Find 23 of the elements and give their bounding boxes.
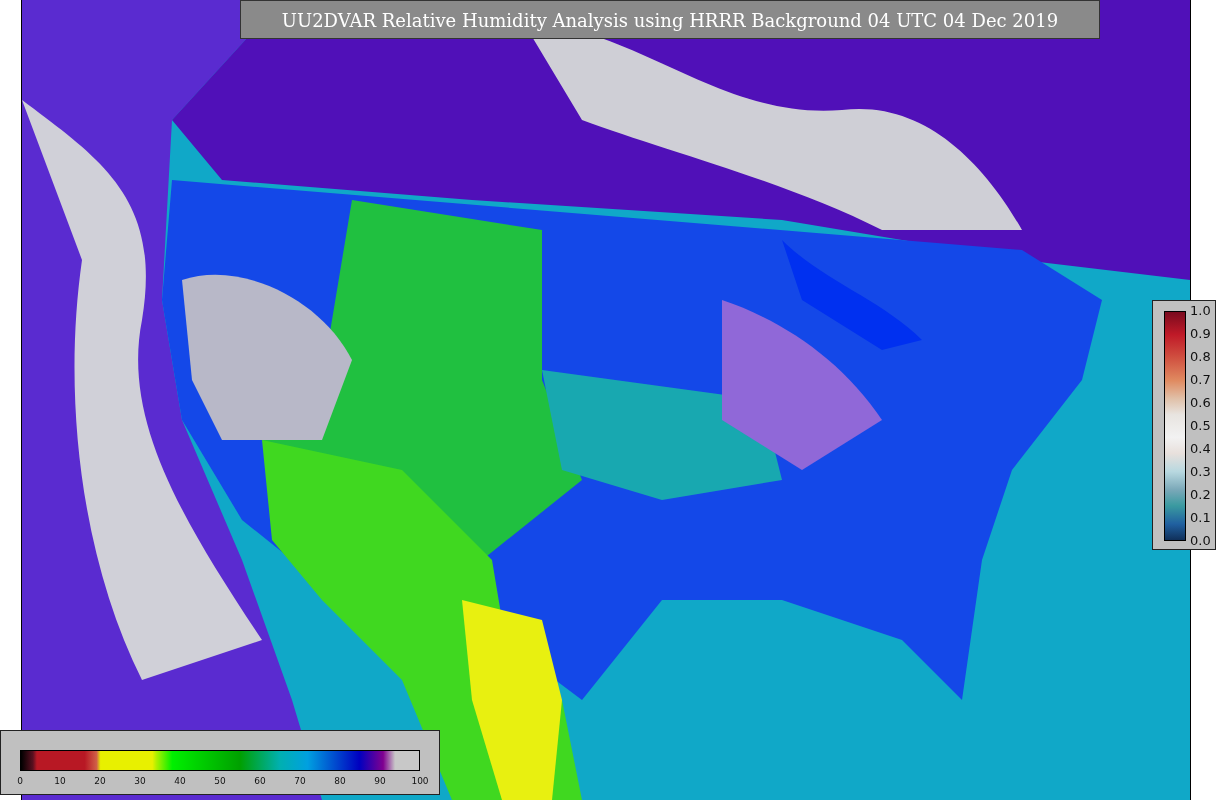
tick-label: 70 (294, 775, 306, 787)
tick-label: 50 (214, 775, 226, 787)
tick-label: 0.9 (1190, 327, 1211, 341)
tick-label: 0.4 (1190, 442, 1211, 456)
tick-label: 0.7 (1190, 373, 1211, 387)
tick-label: 90 (374, 775, 386, 787)
map-title: UU2DVAR Relative Humidity Analysis using HRRR Background 04 UTC 04 Dec 2019 (240, 0, 1100, 39)
tick-label: 1.0 (1190, 304, 1211, 318)
tick-label: 0.5 (1190, 419, 1211, 433)
tick-label: 0.6 (1190, 396, 1211, 410)
tick-label: 60 (254, 775, 266, 787)
tick-label: 0.8 (1190, 350, 1211, 364)
tick-label: 30 (134, 775, 146, 787)
tick-label: 0.2 (1190, 488, 1211, 502)
tick-label: 0.1 (1190, 511, 1211, 525)
tick-label: 100 (411, 775, 429, 787)
tick-label: 0 (17, 775, 23, 787)
tick-label: 0.0 (1190, 534, 1211, 548)
tick-label: 80 (334, 775, 346, 787)
tick-label: 10 (54, 775, 66, 787)
tick-label: 40 (174, 775, 186, 787)
tick-label: 20 (94, 775, 106, 787)
tick-label: 0.3 (1190, 465, 1211, 479)
